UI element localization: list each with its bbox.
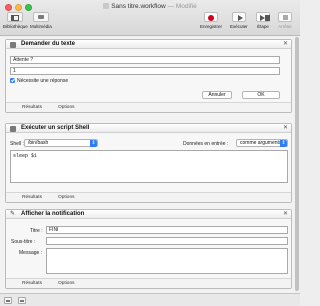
cancel-button[interactable]: Annuler: [202, 91, 232, 99]
run-button[interactable]: Exécuter: [230, 12, 248, 29]
message-label: Message :: [19, 249, 43, 256]
chevron-updown-icon: [90, 140, 97, 147]
action-footer: Résultats Options: [6, 192, 291, 202]
results-tab[interactable]: Résultats: [22, 281, 42, 286]
input-mode-select[interactable]: comme arguments: [236, 139, 288, 147]
title-label: Titre :: [30, 227, 43, 234]
ok-button[interactable]: OK: [242, 91, 280, 99]
record-icon: [204, 12, 218, 22]
question-field[interactable]: Attente ?: [10, 56, 280, 64]
require-answer-checkbox[interactable]: [10, 78, 15, 83]
notification-message-field[interactable]: [46, 248, 288, 274]
options-tab[interactable]: Options: [58, 281, 75, 286]
window-title: Sans titre.workflow — Modifié: [0, 3, 300, 10]
library-button[interactable]: Bibliothèque: [3, 12, 28, 29]
log-toggle-button[interactable]: [4, 297, 12, 304]
workflow-scrollbar[interactable]: [294, 37, 300, 293]
action-header[interactable]: Demander du texte ✕: [6, 40, 291, 49]
results-tab[interactable]: Résultats: [22, 105, 42, 110]
workflow-document-icon: [103, 3, 110, 9]
media-button[interactable]: Multimédia: [30, 12, 52, 29]
scrollbar-thumb[interactable]: [295, 37, 299, 291]
default-answer-field[interactable]: 1: [10, 67, 280, 75]
stop-icon: [278, 12, 292, 22]
play-icon: [231, 12, 246, 22]
results-tab[interactable]: Résultats: [22, 195, 42, 200]
library-icon: [7, 12, 24, 22]
action-ask-text[interactable]: Demander du texte ✕ Attente ? 1 Nécessit…: [5, 39, 292, 113]
notification-icon: ✎: [10, 211, 16, 217]
window-toolbar: Sans titre.workflow — Modifié Bibliothèq…: [0, 0, 300, 36]
remove-action-icon[interactable]: ✕: [283, 124, 288, 133]
require-answer-label: Nécessite une réponse: [17, 77, 69, 84]
media-icon: [32, 12, 49, 22]
options-tab[interactable]: Options: [58, 195, 75, 200]
step-button[interactable]: Étape: [256, 12, 270, 29]
input-label: Données en entrée :: [183, 140, 229, 147]
action-footer: Résultats Options: [6, 278, 291, 288]
variables-toggle-button[interactable]: [18, 297, 26, 304]
terminal-icon: [10, 125, 16, 132]
step-icon: [256, 12, 270, 22]
record-button[interactable]: Enregistrer: [200, 12, 222, 29]
action-header[interactable]: Exécuter un script Shell ✕: [6, 124, 291, 133]
remove-action-icon[interactable]: ✕: [283, 40, 288, 49]
shell-label: Shell :: [10, 140, 24, 147]
script-editor[interactable]: sleep $1: [10, 150, 288, 183]
ask-text-icon: [10, 41, 16, 48]
options-tab[interactable]: Options: [58, 105, 75, 110]
remove-action-icon[interactable]: ✕: [283, 210, 288, 219]
action-header[interactable]: ✎ Afficher la notification ✕: [6, 210, 291, 219]
stop-button[interactable]: Arrêter: [278, 12, 292, 29]
bottom-bar: [0, 293, 300, 306]
action-run-shell-script[interactable]: Exécuter un script Shell ✕ Shell : /bin/…: [5, 123, 292, 203]
subtitle-label: Sous-titre :: [11, 238, 36, 245]
action-footer: Résultats Options: [6, 102, 291, 112]
workflow-area: Demander du texte ✕ Attente ? 1 Nécessit…: [0, 37, 300, 293]
shell-select[interactable]: /bin/bash: [24, 139, 98, 147]
notification-subtitle-field[interactable]: [46, 237, 288, 245]
chevron-updown-icon: [280, 140, 287, 147]
action-display-notification[interactable]: ✎ Afficher la notification ✕ Titre : FIN…: [5, 209, 292, 289]
notification-title-field[interactable]: FINI: [46, 226, 288, 234]
